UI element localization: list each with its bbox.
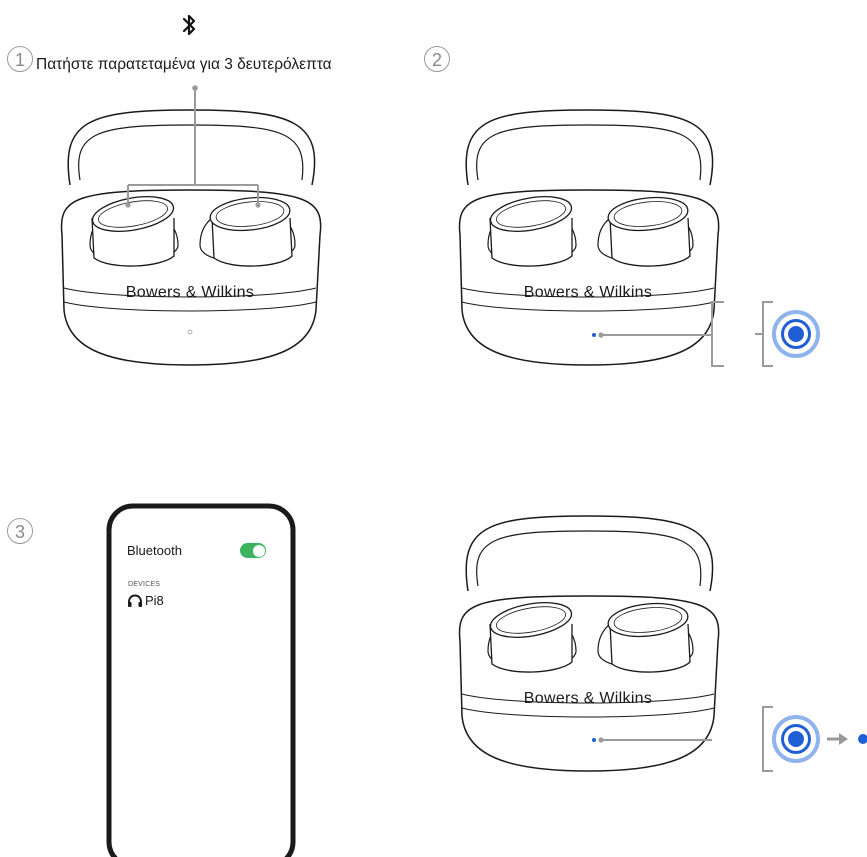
press-callout-lines (127, 88, 259, 205)
devices-section-header: DEVICES (128, 581, 161, 588)
step-number-2: 2 (424, 46, 450, 72)
led-callout-step2 (755, 301, 820, 367)
toggle-knob (252, 544, 265, 557)
led-indicator-icon (592, 333, 596, 337)
step-1-instruction: Πατήστε παρατεταμένα για 3 δευτερόλεπτα (36, 56, 332, 73)
bluetooth-icon (182, 14, 196, 36)
device-list-item-pi8[interactable]: Pi8 (127, 593, 164, 608)
case-brand-logo: Bowers & Wilkins (125, 284, 255, 301)
case-brand-logo: Bowers & Wilkins (523, 690, 653, 707)
charging-case-step3 (458, 515, 720, 772)
led-solid-indicator-icon (858, 734, 867, 744)
led-callout-step3 (762, 706, 867, 772)
case-brand-logo: Bowers & Wilkins (523, 284, 653, 301)
step-number-1: 1 (7, 46, 33, 72)
charging-case-step2 (458, 109, 724, 367)
left-earbud (89, 196, 179, 267)
headphones-icon (128, 593, 142, 607)
bluetooth-setting-label: Bluetooth (127, 543, 182, 558)
step-number-3: 3 (7, 518, 33, 544)
right-earbud (199, 196, 296, 267)
led-indicator-icon (187, 329, 193, 335)
device-name: Pi8 (145, 593, 164, 608)
charging-case-step1 (60, 85, 322, 366)
bluetooth-toggle[interactable] (240, 543, 266, 558)
led-indicator-icon (592, 738, 596, 742)
arrow-right-icon (827, 733, 848, 745)
